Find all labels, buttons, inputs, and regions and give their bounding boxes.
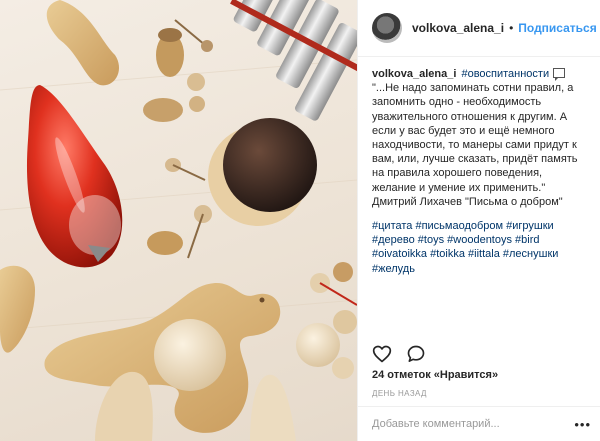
header-separator: •: [509, 21, 514, 35]
post-caption: volkova_alena_i #овоспитанности "...Не н…: [358, 57, 600, 329]
follow-button[interactable]: Подписаться: [518, 21, 596, 35]
speech-bubble-icon[interactable]: [406, 344, 426, 364]
hashtag-link[interactable]: #oivatoikka: [372, 248, 427, 260]
avatar[interactable]: [372, 13, 402, 43]
heart-icon[interactable]: [372, 344, 392, 364]
more-options-button[interactable]: •••: [574, 417, 591, 432]
hashtag-link[interactable]: #овоспитанности: [461, 68, 549, 80]
comment-input[interactable]: [372, 418, 575, 430]
hashtag-link[interactable]: #toikka: [430, 248, 465, 260]
post-sidebar: volkova_alena_i • Подписаться volkova_al…: [357, 0, 600, 441]
like-count[interactable]: 24 отметок «Нравится»: [372, 369, 498, 381]
author-username[interactable]: volkova_alena_i: [412, 21, 504, 35]
hashtag-link[interactable]: #желудь: [372, 263, 415, 275]
photo-illustration: [0, 0, 357, 441]
post-actions: [358, 341, 600, 367]
hashtag-link[interactable]: #игрушки: [506, 220, 554, 232]
speech-bubble-emoji-icon: [553, 68, 566, 81]
hashtag-link[interactable]: #iittala: [468, 248, 500, 260]
hashtag-link[interactable]: #toys: [418, 234, 444, 246]
hashtag-link[interactable]: #леснушки: [503, 248, 559, 260]
caption-quote: "...Не надо запоминать сотни правил, а з…: [372, 82, 578, 208]
hashtag-link[interactable]: #bird: [515, 234, 539, 246]
caption-username[interactable]: volkova_alena_i: [372, 68, 456, 80]
hashtag-link[interactable]: #woodentoys: [447, 234, 512, 246]
hashtag-link[interactable]: #дерево: [372, 234, 415, 246]
comment-box: •••: [358, 406, 600, 441]
hashtag-link[interactable]: #письмаодобром: [415, 220, 503, 232]
post-timestamp[interactable]: день назад: [372, 389, 427, 398]
post-header: volkova_alena_i • Подписаться: [358, 0, 600, 57]
caption-hashtags: #цитата #письмаодобром #игрушки #дерево …: [372, 219, 586, 276]
hashtag-link[interactable]: #цитата: [372, 220, 412, 232]
post-photo[interactable]: [0, 0, 357, 441]
caption-text: volkova_alena_i #овоспитанности "...Не н…: [372, 67, 586, 209]
